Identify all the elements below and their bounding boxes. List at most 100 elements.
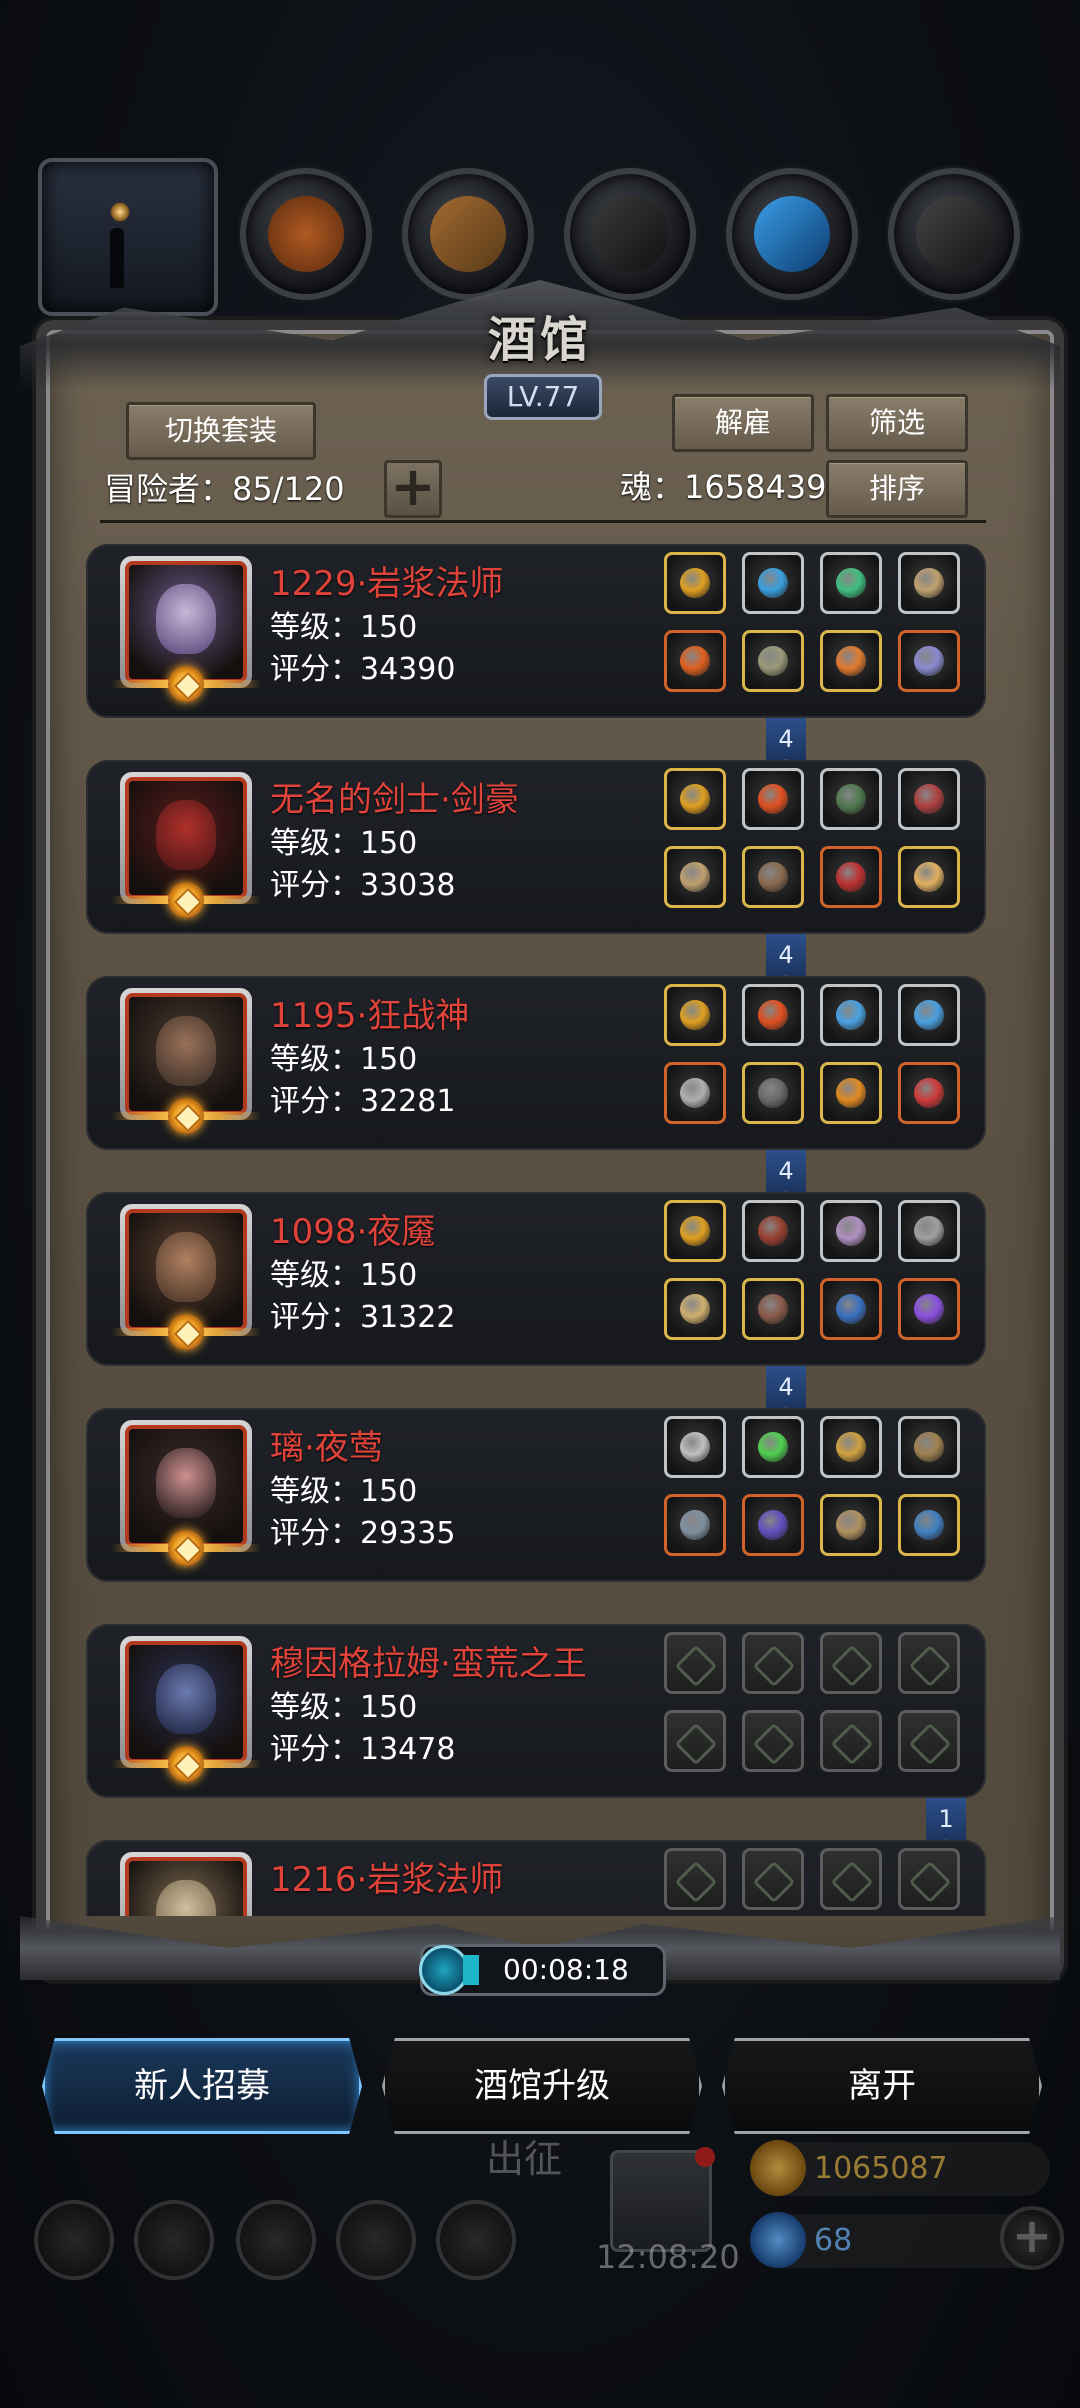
hero-card[interactable]: 无名的剑士·剑豪 等级：150 评分：33038: [86, 756, 986, 936]
tab-crystal[interactable]: [726, 168, 858, 300]
equipment-slot[interactable]: [664, 552, 726, 614]
tab-iron[interactable]: [888, 168, 1020, 300]
shield-icon: [268, 196, 344, 272]
equipment-slot[interactable]: [742, 984, 804, 1046]
upgrade-tavern-button[interactable]: 酒馆升级: [382, 2038, 702, 2134]
hero-portrait[interactable]: [120, 1852, 252, 1916]
equipment-slot[interactable]: [742, 1848, 804, 1910]
timer-progress: [463, 1955, 479, 1985]
equipment-icon: [836, 1000, 866, 1030]
equipment-icon: [758, 1294, 788, 1324]
equipment-slot[interactable]: [664, 1416, 726, 1478]
equipment-slot[interactable]: [664, 1494, 726, 1556]
gem-value: 68: [814, 2223, 853, 2258]
equipment-slot[interactable]: [820, 1200, 882, 1262]
hero-card[interactable]: 1098·夜魇 等级：150 评分：31322: [86, 1188, 986, 1368]
equipment-slot[interactable]: [820, 1848, 882, 1910]
hero-card[interactable]: 1195·狂战神 等级：150 评分：32281: [86, 972, 986, 1152]
equipment-slot[interactable]: [898, 1632, 960, 1694]
equipment-slot[interactable]: [820, 1710, 882, 1772]
equipment-slot[interactable]: [820, 552, 882, 614]
switch-set-button[interactable]: 切换套装: [126, 402, 316, 460]
equipment-slot[interactable]: [898, 552, 960, 614]
equipment-slot[interactable]: [820, 768, 882, 830]
equipment-slot[interactable]: [898, 1710, 960, 1772]
equipment-icon: [680, 862, 710, 892]
equipment-slot[interactable]: [742, 1494, 804, 1556]
equipment-slot[interactable]: [898, 768, 960, 830]
recruit-button[interactable]: 新人招募: [42, 2038, 362, 2134]
hero-card[interactable]: 穆因格拉姆·蛮荒之王 等级：150 评分：13478: [86, 1620, 986, 1800]
face-icon: [156, 800, 216, 870]
hero-card[interactable]: 1216·岩浆法师: [86, 1836, 986, 1916]
equipment-slot[interactable]: [742, 846, 804, 908]
gold-value: 1065087: [814, 2151, 948, 2186]
equipment-slot[interactable]: [820, 1062, 882, 1124]
hero-card[interactable]: 1229·岩浆法师 等级：150 评分：34390: [86, 540, 986, 720]
equipment-slot[interactable]: [742, 630, 804, 692]
filter-button[interactable]: 筛选: [826, 394, 968, 452]
equipment-slot[interactable]: [742, 1632, 804, 1694]
equipment-slot[interactable]: [898, 1848, 960, 1910]
rank-emblem: [106, 1530, 266, 1566]
hero-list[interactable]: 1229·岩浆法师 等级：150 评分：34390 4 无名的剑士·剑豪 等级：…: [86, 540, 986, 1916]
leave-button[interactable]: 离开: [722, 2038, 1042, 2134]
equipment-slot[interactable]: [820, 630, 882, 692]
equipment-slot[interactable]: [742, 552, 804, 614]
clock-icon: [419, 1945, 469, 1995]
emblem-gem-icon: [168, 1746, 204, 1782]
rank-emblem: [106, 666, 266, 702]
dismiss-button[interactable]: 解雇: [672, 394, 814, 452]
equipment-slot[interactable]: [742, 1200, 804, 1262]
hero-name: 璃·夜莺: [270, 1428, 383, 1468]
equipment-slot[interactable]: [898, 846, 960, 908]
equipment-slot[interactable]: [820, 1494, 882, 1556]
tab-wood[interactable]: [402, 168, 534, 300]
equipment-slot[interactable]: [820, 1278, 882, 1340]
sort-button[interactable]: 排序: [826, 460, 968, 518]
equipment-slot[interactable]: [664, 630, 726, 692]
equipment-slot[interactable]: [898, 1278, 960, 1340]
equipment-slot[interactable]: [898, 1200, 960, 1262]
equipment-slot[interactable]: [898, 1062, 960, 1124]
equipment-slot[interactable]: [742, 1710, 804, 1772]
emblem-gem-icon: [168, 882, 204, 918]
equipment-slot[interactable]: [898, 1416, 960, 1478]
expand-capacity-button[interactable]: +: [384, 460, 442, 518]
hero-card[interactable]: 璃·夜莺 等级：150 评分：29335: [86, 1404, 986, 1584]
equipment-slot[interactable]: [898, 984, 960, 1046]
equipment-slot[interactable]: [820, 984, 882, 1046]
equipment-icon: [758, 1000, 788, 1030]
tab-stone[interactable]: [564, 168, 696, 300]
equipment-slot[interactable]: [664, 1200, 726, 1262]
equipment-slot[interactable]: [820, 1632, 882, 1694]
equipment-slot[interactable]: [742, 768, 804, 830]
equipment-slot[interactable]: [820, 1416, 882, 1478]
equipment-slot[interactable]: [898, 630, 960, 692]
equipment-slot[interactable]: [664, 846, 726, 908]
equipment-slot[interactable]: [742, 1416, 804, 1478]
hero-level: 等级：150: [270, 1474, 418, 1509]
equipment-slot[interactable]: [664, 768, 726, 830]
equipment-slot[interactable]: [664, 1062, 726, 1124]
equipment-slot[interactable]: [664, 1278, 726, 1340]
emblem-gem-icon: [168, 1314, 204, 1350]
equipment-slot[interactable]: [664, 984, 726, 1046]
add-gems-button: +: [1000, 2206, 1064, 2270]
equipment-slot[interactable]: [664, 1632, 726, 1694]
emblem-star: [173, 887, 203, 917]
timer-text: 00:08:18: [503, 1953, 629, 1986]
hero-name: 无名的剑士·剑豪: [270, 780, 519, 820]
equipment-icon: [836, 1078, 866, 1108]
equipment-slot[interactable]: [742, 1278, 804, 1340]
equipment-slot[interactable]: [742, 1062, 804, 1124]
equipment-slot[interactable]: [664, 1710, 726, 1772]
march-label: 出征: [486, 2137, 563, 2181]
equipment-slot[interactable]: [898, 1494, 960, 1556]
tab-shield[interactable]: [240, 168, 372, 300]
equipment-icon: [836, 1216, 866, 1246]
equipment-slot[interactable]: [664, 1848, 726, 1910]
equipment-icon: [914, 1000, 944, 1030]
tab-tavern[interactable]: [38, 158, 218, 316]
equipment-slot[interactable]: [820, 846, 882, 908]
